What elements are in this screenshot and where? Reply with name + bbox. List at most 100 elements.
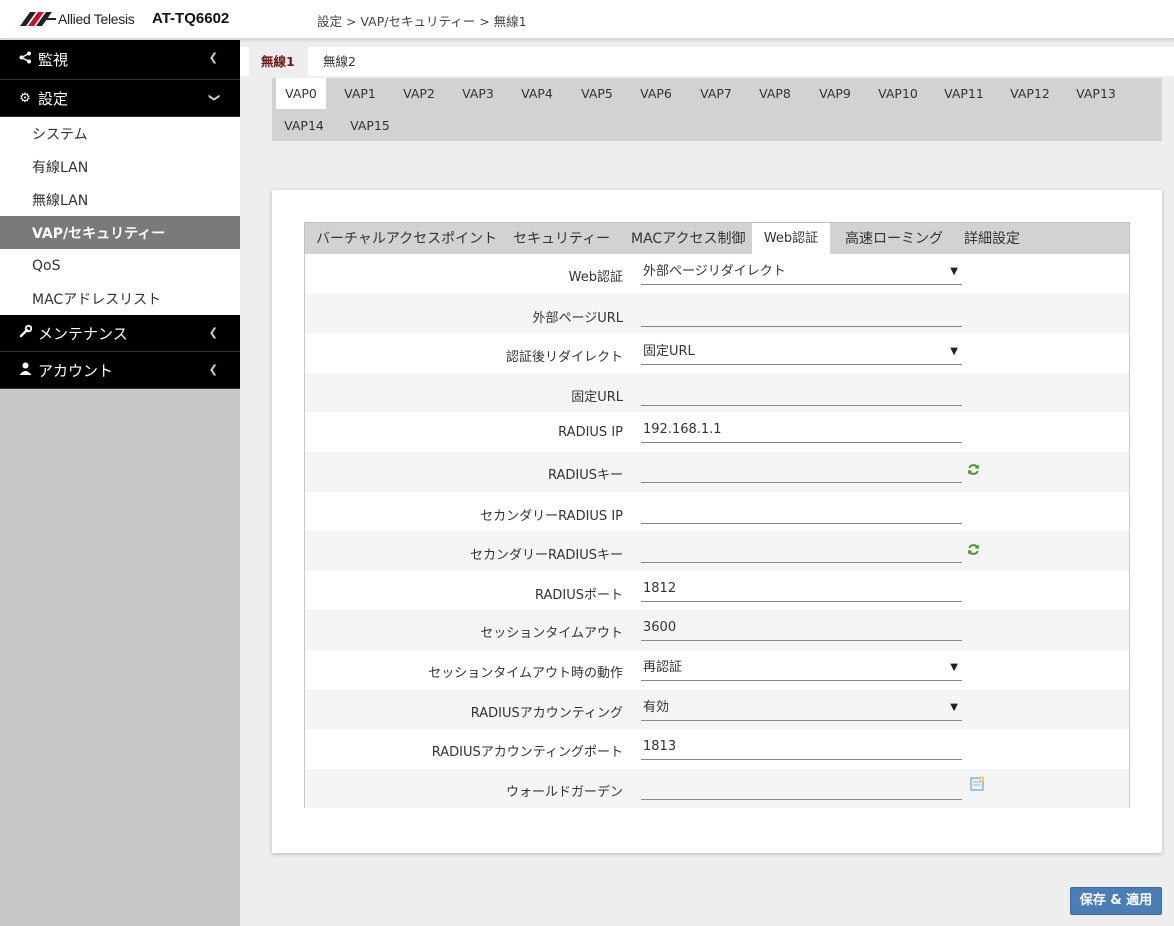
- session-timeout-label: セッションタイムアウト: [480, 626, 623, 642]
- radius-accounting-port-input[interactable]: 1813: [641, 736, 962, 761]
- form-row-external-url: 外部ページURL: [305, 293, 1129, 334]
- sidebar-item-label: 無線LAN: [32, 192, 89, 209]
- form-row-secondary-radius-key: セカンダリーRADIUSキー: [305, 531, 1129, 571]
- post-auth-redirect-label: 認証後リダイレクト: [505, 350, 623, 366]
- dropdown-arrow-icon: ▼: [950, 266, 958, 277]
- radius-accounting-select[interactable]: 有効 ▼: [641, 697, 962, 721]
- chevron-down-icon: ❮: [206, 92, 220, 103]
- fixed-url-input[interactable]: [641, 382, 962, 406]
- tab-web-auth[interactable]: Web認証: [752, 223, 830, 255]
- breadcrumb: 設定 > VAP/セキュリティー > 無線1: [317, 14, 527, 29]
- tab-vap7[interactable]: VAP7: [690, 78, 742, 109]
- sidebar-item-vap-security[interactable]: VAP/セキュリティー: [0, 216, 240, 249]
- sidebar-item-label: 設定: [38, 89, 69, 108]
- tab-vap2[interactable]: VAP2: [393, 78, 445, 109]
- sidebar-item-label: QoS: [32, 257, 61, 274]
- radius-port-input[interactable]: 1812: [641, 578, 962, 602]
- share-icon: [17, 51, 33, 68]
- sidebar-item-mac-address-list[interactable]: MACアドレスリスト: [0, 282, 240, 315]
- dropdown-arrow-icon: ▼: [950, 346, 958, 358]
- tab-advanced-settings[interactable]: 詳細設定: [964, 223, 1020, 255]
- sidebar-item-label: MACアドレスリスト: [32, 291, 162, 308]
- radio-tab-bar: 無線1 無線2: [240, 47, 1174, 76]
- radius-ip-label: RADIUS IP: [558, 425, 623, 441]
- tab-vap4[interactable]: VAP4: [511, 78, 563, 109]
- sidebar-item-label: システム: [32, 126, 88, 143]
- radius-accounting-port-label: RADIUSアカウンティングポート: [431, 745, 623, 761]
- brand-name: Allied Telesis: [58, 11, 135, 27]
- secondary-radius-key-label: セカンダリーRADIUSキー: [469, 548, 623, 564]
- external-url-label: 外部ページURL: [532, 310, 623, 326]
- secondary-radius-ip-input[interactable]: [641, 500, 962, 524]
- form-row-timeout-action: セッションタイムアウト時の動作 再認証 ▼: [305, 650, 1129, 690]
- add-entry-icon[interactable]: [970, 776, 985, 791]
- form-row-session-timeout: セッションタイムアウト 3600: [305, 610, 1129, 650]
- wrench-icon: [17, 324, 33, 342]
- form-row-walled-garden: ウォールドガーデン: [305, 768, 1129, 809]
- user-icon: [17, 362, 33, 379]
- tab-vap0[interactable]: VAP0: [276, 78, 326, 109]
- session-timeout-input[interactable]: 3600: [641, 617, 962, 642]
- tab-vap10[interactable]: VAP10: [869, 78, 927, 109]
- radius-key-label: RADIUSキー: [547, 468, 623, 483]
- refresh-icon[interactable]: [967, 543, 980, 556]
- tab-fast-roaming[interactable]: 高速ローミング: [845, 223, 943, 255]
- tab-radio2[interactable]: 無線2: [323, 47, 356, 76]
- fixed-url-label: 固定URL: [571, 389, 623, 405]
- timeout-action-select[interactable]: 再認証 ▼: [641, 657, 962, 681]
- brand-logo[interactable]: Allied Telesis: [20, 11, 135, 27]
- web-auth-selected-value: 外部ページリダイレクト: [643, 264, 786, 279]
- sidebar-item-label: メンテナンス: [38, 324, 128, 343]
- form-row-radius-port: RADIUSポート 1812: [305, 571, 1129, 611]
- tab-vap13[interactable]: VAP13: [1067, 78, 1125, 109]
- form-row-radius-ip: RADIUS IP 192.168.1.1: [305, 412, 1129, 452]
- sidebar-item-settings[interactable]: ⚙ 設定 ❮: [0, 80, 240, 117]
- tab-radio1[interactable]: 無線1: [249, 47, 308, 76]
- vap-tab-bar: VAP0 VAP1 VAP2 VAP3 VAP4 VAP5 VAP6 VAP7 …: [272, 78, 1162, 141]
- tab-vap12[interactable]: VAP12: [1001, 78, 1059, 109]
- sidebar-item-account[interactable]: アカウント ❮: [0, 352, 240, 389]
- timeout-action-label: セッションタイムアウト時の動作: [428, 666, 623, 681]
- tab-mac-access-control[interactable]: MACアクセス制御: [631, 223, 746, 255]
- post-auth-redirect-selected-value: 固定URL: [643, 344, 695, 360]
- top-header: Allied Telesis AT-TQ6602 設定 > VAP/セキュリティ…: [0, 0, 1174, 39]
- tab-vap15[interactable]: VAP15: [342, 110, 398, 141]
- save-apply-button[interactable]: 保存 & 適用: [1070, 887, 1162, 915]
- tab-virtual-access-point[interactable]: バーチャルアクセスポイント: [316, 223, 497, 255]
- sidebar-item-label: 監視: [38, 51, 69, 69]
- sidebar-item-label: アカウント: [38, 361, 114, 380]
- secondary-radius-key-input[interactable]: [641, 539, 962, 564]
- sidebar-item-label: VAP/セキュリティー: [32, 225, 166, 242]
- sidebar-item-system[interactable]: システム: [0, 117, 240, 150]
- tab-vap14[interactable]: VAP14: [276, 110, 332, 141]
- sidebar-item-monitor[interactable]: 監視 ❮: [0, 40, 240, 80]
- form-row-fixed-url: 固定URL: [305, 372, 1129, 413]
- chevron-left-icon: ❮: [208, 51, 218, 64]
- dropdown-arrow-icon: ▼: [950, 701, 958, 713]
- secondary-radius-ip-label: セカンダリーRADIUS IP: [480, 508, 623, 524]
- radius-port-label: RADIUSポート: [534, 587, 623, 603]
- tab-vap5[interactable]: VAP5: [571, 78, 623, 109]
- sidebar-item-wireless-lan[interactable]: 無線LAN: [0, 183, 240, 216]
- web-auth-select[interactable]: 外部ページリダイレクト ▼: [641, 261, 962, 285]
- tab-vap1[interactable]: VAP1: [334, 78, 386, 109]
- tab-vap6[interactable]: VAP6: [630, 78, 682, 109]
- external-url-input[interactable]: [641, 303, 962, 327]
- tab-vap3[interactable]: VAP3: [452, 78, 504, 109]
- tab-vap9[interactable]: VAP9: [809, 78, 861, 109]
- radius-key-input[interactable]: [641, 459, 962, 483]
- refresh-icon[interactable]: [967, 463, 980, 476]
- form-row-radius-accounting-port: RADIUSアカウンティングポート 1813: [305, 729, 1129, 769]
- sidebar-item-wired-lan[interactable]: 有線LAN: [0, 150, 240, 183]
- walled-garden-label: ウォールドガーデン: [505, 784, 623, 800]
- settings-subtab-bar: バーチャルアクセスポイント セキュリティー MACアクセス制御 Web認証 高速…: [304, 222, 1130, 255]
- walled-garden-input[interactable]: [641, 776, 962, 800]
- tab-vap8[interactable]: VAP8: [749, 78, 801, 109]
- tab-security[interactable]: セキュリティー: [513, 223, 610, 255]
- sidebar-item-qos[interactable]: QoS: [0, 249, 240, 282]
- post-auth-redirect-select[interactable]: 固定URL ▼: [641, 341, 962, 366]
- radius-ip-input[interactable]: 192.168.1.1: [641, 419, 962, 444]
- form-row-radius-key: RADIUSキー: [305, 452, 1129, 492]
- tab-vap11[interactable]: VAP11: [935, 78, 993, 109]
- sidebar-item-maintenance[interactable]: メンテナンス ❮: [0, 315, 240, 352]
